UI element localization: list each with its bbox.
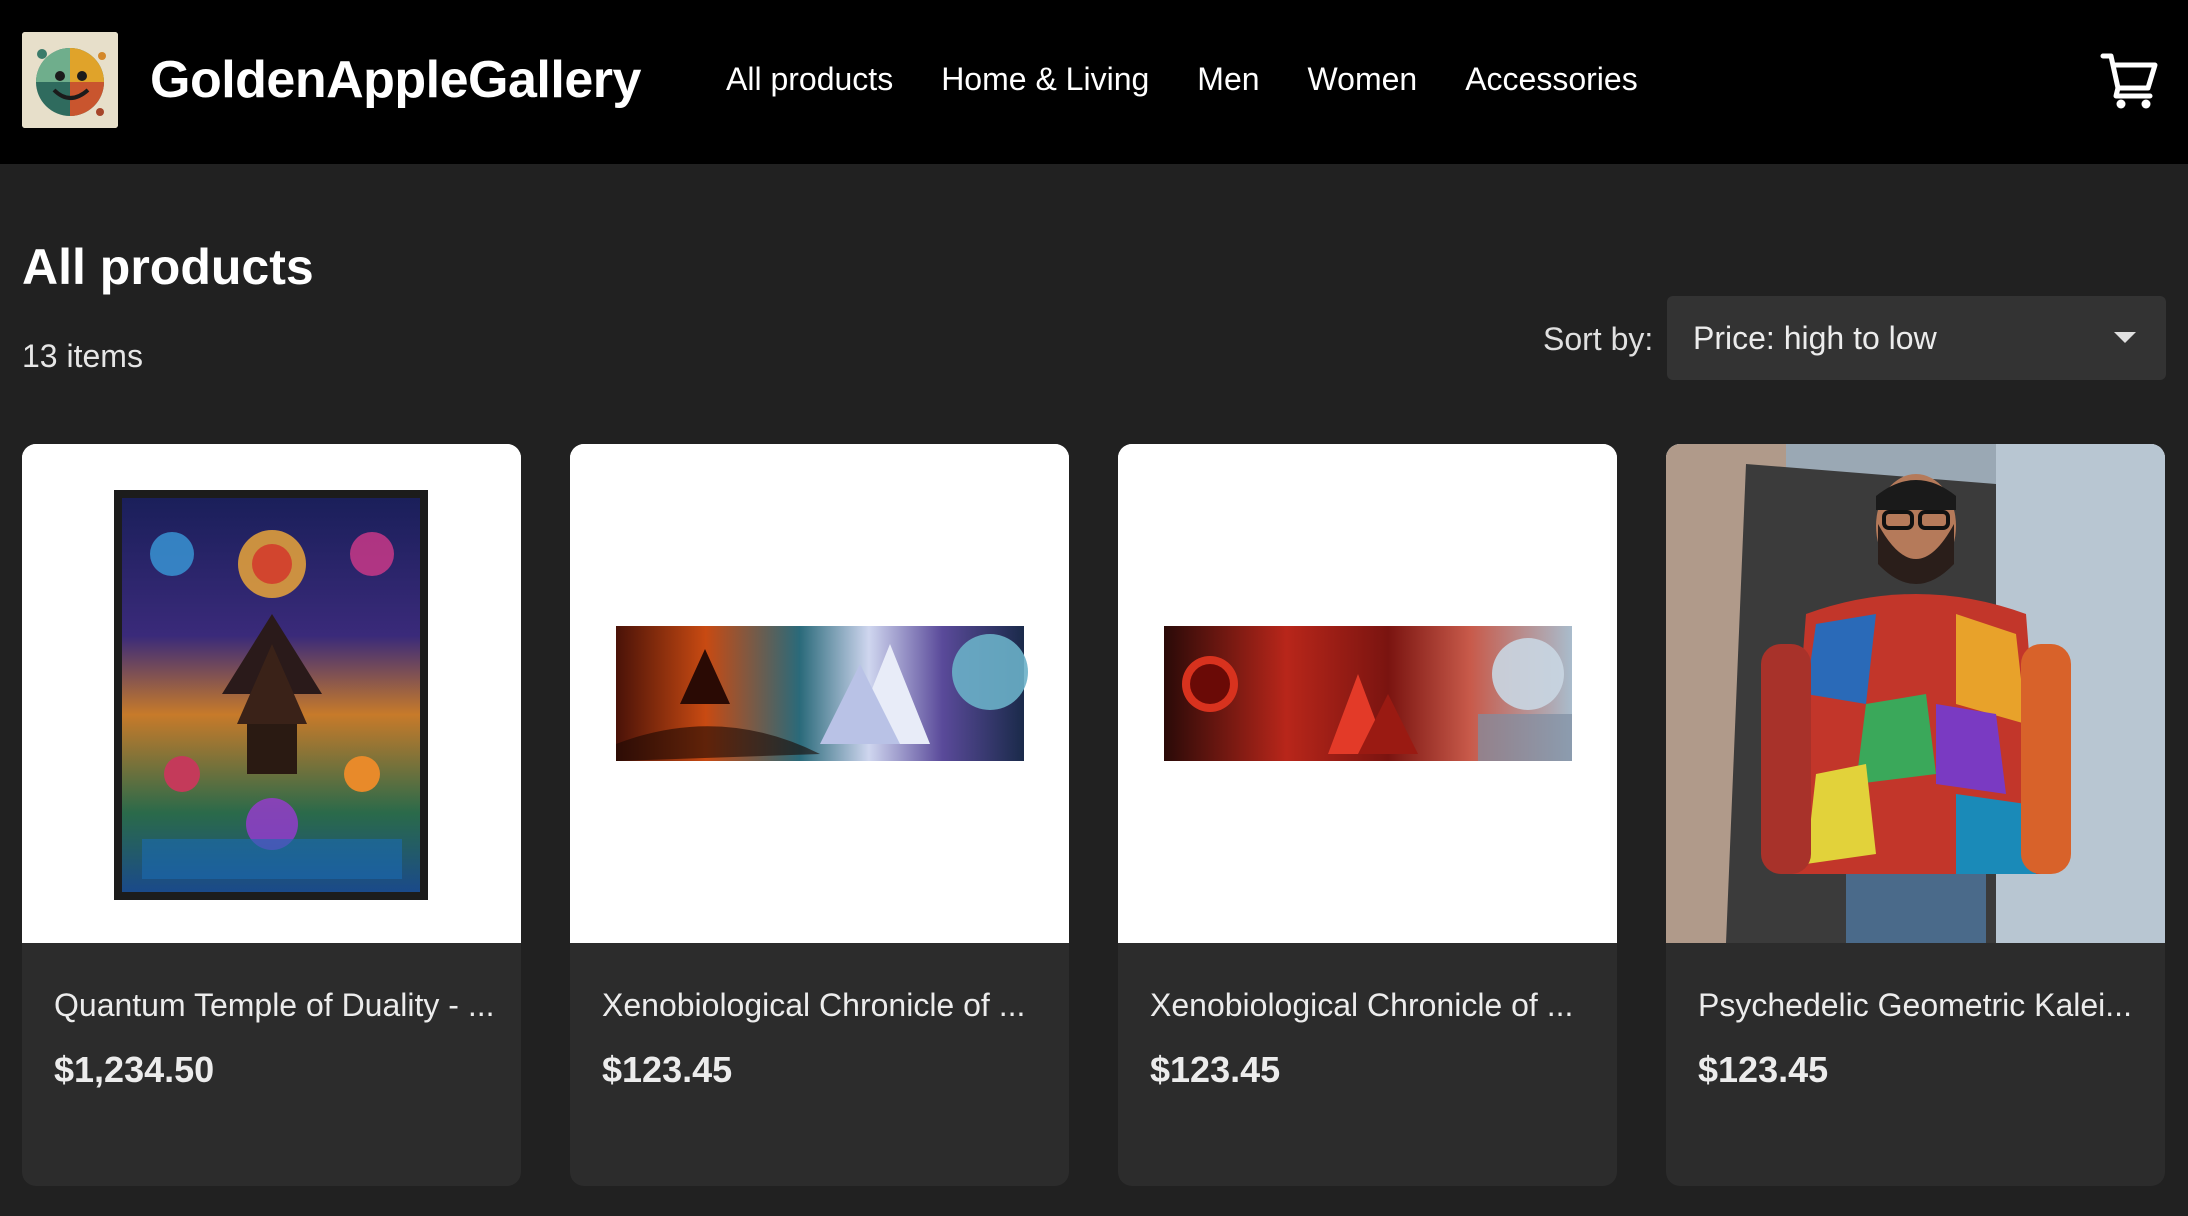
product-card[interactable]: Xenobiological Chronicle of ... $123.45	[1118, 444, 1617, 1186]
panoramic-red-alien-landscape-print	[1118, 444, 1617, 943]
nav-women[interactable]: Women	[1308, 58, 1418, 100]
smiling-face-logo[interactable]	[22, 32, 118, 128]
cart-icon[interactable]	[2100, 50, 2160, 110]
caret-down-icon	[2114, 332, 2136, 343]
nav-men[interactable]: Men	[1197, 58, 1259, 100]
product-price: $123.45	[602, 1049, 733, 1090]
top-navigation-bar: GoldenAppleGallery All products Home & L…	[0, 0, 2188, 164]
brand-name[interactable]: GoldenAppleGallery	[150, 50, 641, 110]
product-name[interactable]: Psychedelic Geometric Kalei...	[1698, 984, 2148, 1026]
nav-all-products[interactable]: All products	[726, 58, 893, 100]
product-card[interactable]: Quantum Temple of Duality - ... $1,234.5…	[22, 444, 521, 1186]
nav-home-living[interactable]: Home & Living	[941, 58, 1149, 100]
item-count: 13 items	[22, 338, 143, 374]
product-price: $123.45	[1150, 1049, 1281, 1090]
page-title: All products	[22, 239, 314, 295]
main-nav: All products Home & Living Men Women Acc…	[726, 58, 1686, 100]
framed-psychedelic-temple-canvas	[22, 444, 521, 943]
sort-dropdown[interactable]: Price: high to low	[1667, 296, 2166, 380]
product-card[interactable]: Psychedelic Geometric Kalei... $123.45	[1666, 444, 2165, 1186]
panoramic-fire-ice-landscape-print	[570, 444, 1069, 943]
nav-accessories[interactable]: Accessories	[1465, 58, 1638, 100]
product-name[interactable]: Xenobiological Chronicle of ...	[602, 984, 1052, 1026]
man-wearing-geometric-hoodie	[1666, 444, 2165, 943]
product-price: $123.45	[1698, 1049, 1829, 1090]
product-name[interactable]: Xenobiological Chronicle of ...	[1150, 984, 1600, 1026]
product-name[interactable]: Quantum Temple of Duality - ...	[54, 984, 504, 1026]
sort-selected-value: Price: high to low	[1693, 320, 1937, 356]
product-price: $1,234.50	[54, 1049, 215, 1090]
product-card[interactable]: Xenobiological Chronicle of ... $123.45	[570, 444, 1069, 1186]
sort-label: Sort by:	[1543, 321, 1654, 357]
